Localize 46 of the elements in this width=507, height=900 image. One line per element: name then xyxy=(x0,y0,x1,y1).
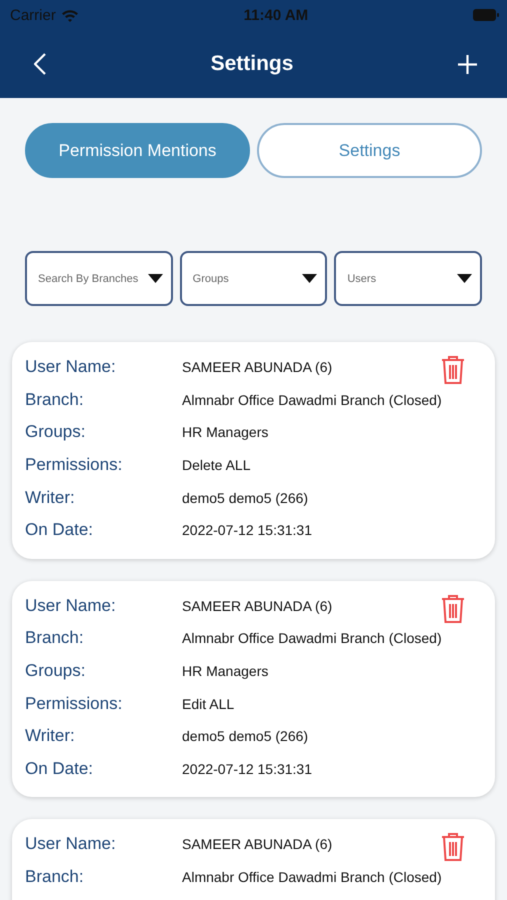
field-label: On Date: xyxy=(25,758,94,779)
field-label: On Date: xyxy=(25,520,94,540)
field-label: User Name: xyxy=(25,596,117,616)
trash-icon[interactable] xyxy=(441,594,465,624)
field-label: Branch: xyxy=(25,867,85,888)
filter-dropdown[interactable]: Users xyxy=(334,251,482,306)
status-time: 11:40 AM xyxy=(244,6,308,24)
field-label: Branch: xyxy=(25,390,85,410)
field-value: HR Managers xyxy=(182,424,268,440)
field-value: demo5 demo5 (266) xyxy=(182,728,308,744)
dropdown-caret-icon xyxy=(148,274,163,283)
segment-tab[interactable]: Settings xyxy=(257,123,482,178)
field-label: Branch: xyxy=(25,628,85,648)
dropdown-caret-icon xyxy=(457,274,472,283)
field-label: User Name: xyxy=(25,357,117,378)
field-label: Permissions: xyxy=(25,694,124,714)
field-label: Groups: xyxy=(25,661,86,682)
field-label: User Name: xyxy=(25,834,117,854)
field-value: Almnabr Office Dawadmi Branch (Closed) xyxy=(182,392,442,408)
field-value: Almnabr Office Dawadmi Branch (Closed) xyxy=(182,869,442,886)
carrier-name: Carrier xyxy=(10,6,56,24)
field-value: 2022-07-12 15:31:31 xyxy=(182,760,312,777)
trash-icon[interactable] xyxy=(441,355,465,385)
dropdown-caret-icon xyxy=(302,274,318,283)
field-label: Permissions: xyxy=(25,455,124,476)
filter-dropdown[interactable]: Groups xyxy=(180,251,328,306)
add-icon[interactable] xyxy=(458,54,477,74)
field-label: Writer: xyxy=(25,726,76,746)
field-value: demo5 demo5 (266) xyxy=(182,490,308,506)
screen-title: Settings xyxy=(210,52,294,76)
filter-dropdown[interactable]: Search By Branches xyxy=(25,251,173,306)
back-icon[interactable] xyxy=(34,53,46,75)
field-value: SAMEER ABUNADA (6) xyxy=(182,836,332,852)
battery-icon xyxy=(472,9,499,21)
field-value: Almnabr Office Dawadmi Branch (Closed) xyxy=(182,630,442,646)
trash-icon[interactable] xyxy=(441,832,465,862)
field-value: Delete ALL xyxy=(182,457,250,474)
field-value: HR Managers xyxy=(182,663,268,680)
field-value: Edit ALL xyxy=(182,696,234,712)
wifi-icon xyxy=(60,8,79,22)
field-value: 2022-07-12 15:31:31 xyxy=(182,522,312,538)
field-label: Groups: xyxy=(25,422,86,442)
segment-tab[interactable]: Permission Mentions xyxy=(25,123,250,178)
field-value: SAMEER ABUNADA (6) xyxy=(182,598,332,614)
field-label: Writer: xyxy=(25,488,76,508)
field-value: SAMEER ABUNADA (6) xyxy=(182,359,332,376)
